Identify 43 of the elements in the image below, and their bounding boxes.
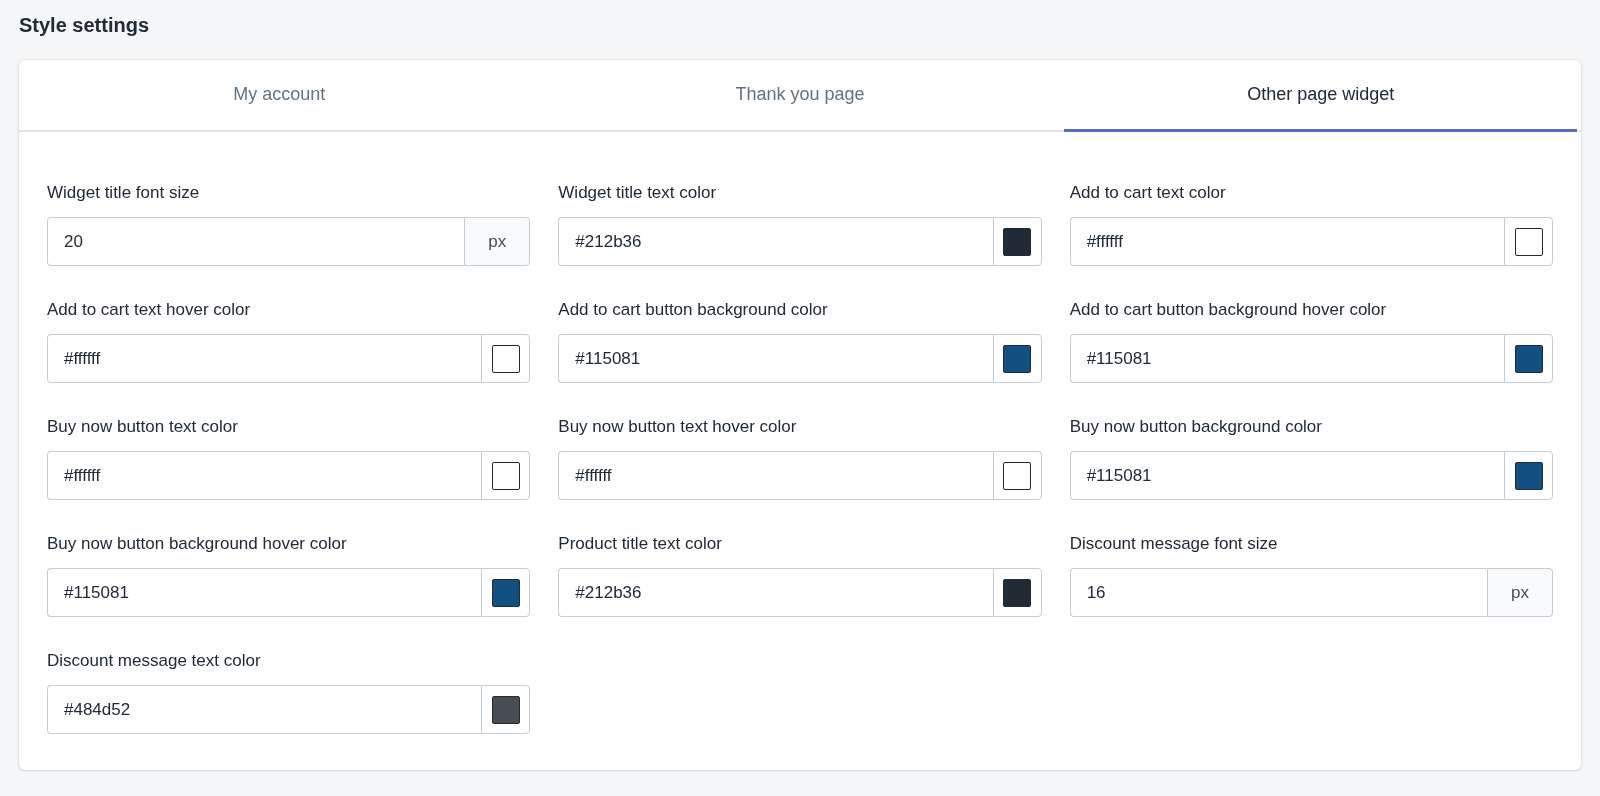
text-input[interactable]: #115081 (558, 334, 993, 383)
page-title: Style settings (19, 13, 151, 38)
color-swatch[interactable] (1514, 461, 1543, 490)
color-swatch[interactable] (1003, 227, 1032, 256)
field-label: Buy now button background hover color (47, 533, 348, 555)
color-swatch[interactable] (1003, 461, 1032, 490)
color-swatch[interactable] (1003, 344, 1032, 373)
text-input[interactable]: #ffffff (47, 451, 482, 500)
field-label: Buy now button background color (1069, 416, 1323, 438)
text-input[interactable]: #ffffff (47, 334, 482, 383)
color-swatch[interactable] (491, 461, 520, 490)
color-swatch[interactable] (491, 578, 520, 607)
text-input[interactable]: #484d52 (47, 685, 482, 734)
field-label: Discount message text color (47, 650, 262, 672)
text-input[interactable]: #ffffff (1069, 217, 1504, 266)
unit-suffix: px (1487, 568, 1553, 617)
unit-suffix: px (464, 217, 531, 266)
text-input[interactable]: #115081 (1069, 334, 1504, 383)
tab[interactable]: Other page widget (1064, 60, 1577, 132)
text-input[interactable]: 16 (1069, 568, 1487, 617)
color-swatch[interactable] (491, 344, 520, 373)
field-label: Add to cart text hover color (47, 299, 252, 321)
color-swatch[interactable] (491, 695, 520, 724)
field-label: Add to cart button background color (558, 299, 829, 321)
field-label: Widget title text color (558, 182, 718, 204)
field-label: Widget title font size (47, 182, 201, 204)
color-swatch[interactable] (1514, 344, 1543, 373)
text-input[interactable]: #115081 (47, 568, 482, 617)
text-input[interactable]: #212b36 (558, 568, 993, 617)
text-input[interactable]: #ffffff (558, 451, 993, 500)
color-swatch[interactable] (1514, 227, 1543, 256)
field-label: Add to cart button background hover color (1069, 299, 1388, 321)
field-label: Add to cart text color (1069, 182, 1227, 204)
field-label: Discount message font size (1069, 533, 1279, 555)
text-input[interactable]: #115081 (1069, 451, 1504, 500)
field-label: Buy now button text color (47, 416, 239, 438)
color-swatch[interactable] (1003, 578, 1032, 607)
tab[interactable]: My account (23, 60, 536, 132)
field-label: Product title text color (558, 533, 723, 555)
text-input[interactable]: #212b36 (558, 217, 993, 266)
tab[interactable]: Thank you page (543, 60, 1057, 132)
text-input[interactable]: 20 (47, 217, 465, 266)
field-label: Buy now button text hover color (558, 416, 798, 438)
